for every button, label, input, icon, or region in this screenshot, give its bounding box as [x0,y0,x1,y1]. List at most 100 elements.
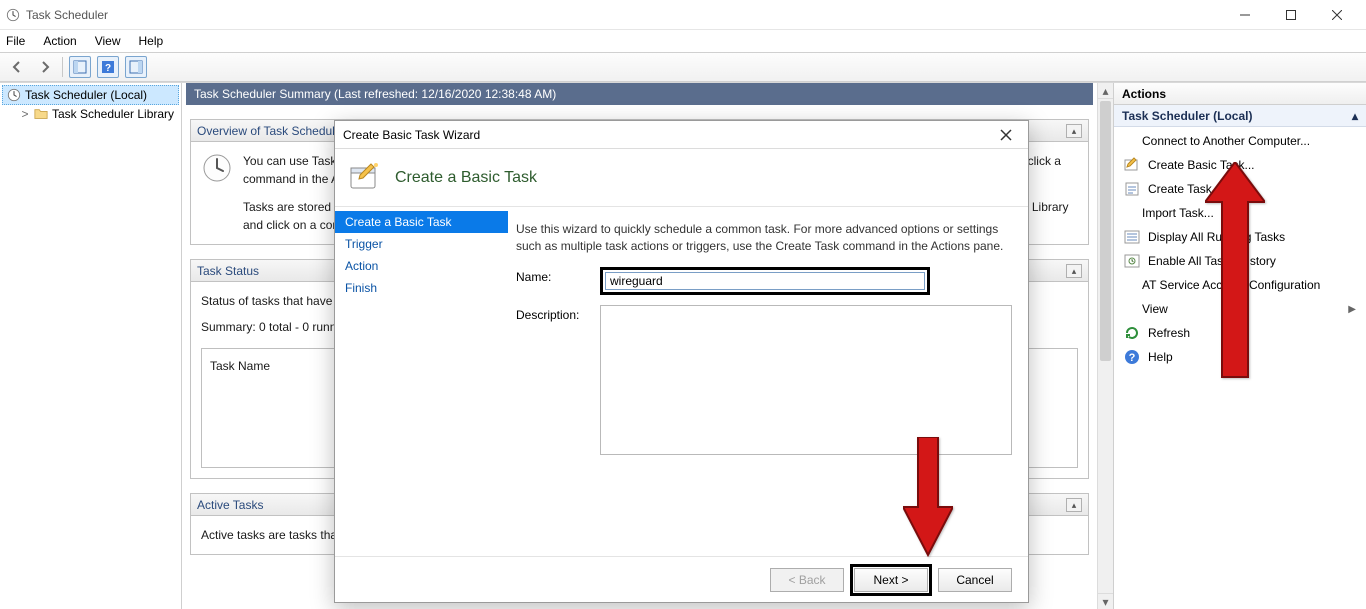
dialog-title: Create Basic Task Wizard [343,128,480,142]
svg-text:?: ? [1129,352,1136,364]
action-icon [1124,157,1140,173]
clock-icon [7,88,21,102]
dialog-buttons: < Back Next > Cancel [335,556,1028,602]
action-label: Create Basic Task... [1148,158,1255,172]
toolbar: ? [0,52,1366,82]
action-label: Display All Running Tasks [1148,230,1285,244]
summary-header: Task Scheduler Summary (Last refreshed: … [186,83,1093,105]
close-button[interactable] [1314,0,1360,30]
action-enable-all-tasks-history[interactable]: Enable All Tasks History [1114,249,1366,273]
action-label: Create Task... [1148,182,1222,196]
summary-header-label: Task Scheduler Summary (Last refreshed: … [194,87,556,101]
action-display-all-running-tasks[interactable]: Display All Running Tasks [1114,225,1366,249]
action-create-task[interactable]: Create Task... [1114,177,1366,201]
scroll-down[interactable]: ▾ [1098,593,1113,609]
wizard-step-finish[interactable]: Finish [335,277,508,299]
tree-library-label: Task Scheduler Library [52,107,174,121]
overview-collapse[interactable]: ▴ [1066,124,1082,138]
active-tasks-title: Active Tasks [197,498,263,512]
maximize-button[interactable] [1268,0,1314,30]
action-icon [1124,181,1140,197]
overview-title: Overview of Task Scheduler [197,124,346,138]
actions-section-label: Task Scheduler (Local) [1122,109,1252,123]
svg-text:?: ? [105,63,111,74]
action-icon [1124,229,1140,245]
action-label: View [1142,302,1168,316]
action-refresh[interactable]: Refresh [1114,321,1366,345]
forward-button[interactable] [34,56,56,78]
window-controls [1222,0,1360,30]
actions-title: Actions [1114,83,1366,105]
help-toolbar-button[interactable]: ? [97,56,119,78]
dialog-header: Create a Basic Task [335,149,1028,207]
actions-section[interactable]: Task Scheduler (Local) ▴ [1114,105,1366,127]
tree-root-label: Task Scheduler (Local) [25,88,147,102]
action-view[interactable]: View ▶ [1114,297,1366,321]
action-icon [1124,253,1140,269]
name-input[interactable] [605,272,925,290]
tree-expander[interactable]: > [20,107,30,121]
dialog-titlebar[interactable]: Create Basic Task Wizard [335,121,1028,149]
wizard-form: Use this wizard to quickly schedule a co… [508,207,1028,556]
name-highlight [600,267,930,295]
active-tasks-collapse[interactable]: ▴ [1066,498,1082,512]
action-label: Enable All Tasks History [1148,254,1276,268]
back-button: < Back [770,568,844,592]
task-status-col: Task Name [210,359,270,373]
action-label: AT Service Account Configuration [1142,278,1320,292]
folder-icon [34,107,48,121]
action-import-task[interactable]: Import Task... [1114,201,1366,225]
action-icon: ? [1124,349,1140,365]
action-label: Refresh [1148,326,1190,340]
wizard-step-action[interactable]: Action [335,255,508,277]
wizard-step-create-a-basic-task[interactable]: Create a Basic Task [335,211,508,233]
action-create-basic-task[interactable]: Create Basic Task... [1114,153,1366,177]
menu-action[interactable]: Action [43,34,76,48]
clock-large-icon [201,152,233,184]
menu-view[interactable]: View [95,34,121,48]
wizard-body: Create a Basic TaskTriggerActionFinish U… [335,207,1028,556]
desc-textarea[interactable] [600,305,1012,455]
actions-pane: Actions Task Scheduler (Local) ▴ Connect… [1114,83,1366,609]
show-hide-action-button[interactable] [125,56,147,78]
wizard-icon [347,160,383,196]
action-label: Import Task... [1142,206,1214,220]
action-help[interactable]: ? Help [1114,345,1366,369]
action-icon [1124,325,1140,341]
task-status-collapse[interactable]: ▴ [1066,264,1082,278]
wizard-instructions: Use this wizard to quickly schedule a co… [516,221,1006,255]
app-title: Task Scheduler [26,8,108,22]
dialog-heading: Create a Basic Task [395,169,537,187]
submenu-arrow-icon: ▶ [1348,304,1356,315]
menu-help[interactable]: Help [139,34,164,48]
task-status-title: Task Status [197,264,259,278]
menubar: File Action View Help [0,30,1366,52]
minimize-button[interactable] [1222,0,1268,30]
dialog-close-button[interactable] [992,123,1020,147]
menu-file[interactable]: File [6,34,25,48]
cancel-button[interactable]: Cancel [938,568,1012,592]
wizard-step-trigger[interactable]: Trigger [335,233,508,255]
toolbar-sep [62,57,63,77]
titlebar: Task Scheduler [0,0,1366,30]
wizard-steps: Create a Basic TaskTriggerActionFinish [335,207,508,556]
scroll-thumb[interactable] [1100,101,1111,361]
action-connect-to-another-computer[interactable]: Connect to Another Computer... [1114,129,1366,153]
action-label: Help [1148,350,1173,364]
actions-section-collapse[interactable]: ▴ [1352,109,1358,123]
show-hide-tree-button[interactable] [69,56,91,78]
name-label: Name: [516,267,586,284]
next-button[interactable]: Next > [854,568,928,592]
back-button[interactable] [6,56,28,78]
wizard-dialog: Create Basic Task Wizard Create a Basic … [334,120,1029,603]
action-label: Connect to Another Computer... [1142,134,1310,148]
tree-pane: Task Scheduler (Local) > Task Scheduler … [0,83,182,609]
tree-library[interactable]: > Task Scheduler Library [2,105,179,123]
desc-label: Description: [516,305,586,322]
scroll-up[interactable]: ▴ [1098,83,1113,99]
actions-list: Connect to Another Computer... Create Bas… [1114,127,1366,371]
action-at-service-account-configuration[interactable]: AT Service Account Configuration [1114,273,1366,297]
app-icon [6,8,20,22]
tree-root[interactable]: Task Scheduler (Local) [2,85,179,105]
center-scrollbar[interactable]: ▴ ▾ [1097,83,1113,609]
